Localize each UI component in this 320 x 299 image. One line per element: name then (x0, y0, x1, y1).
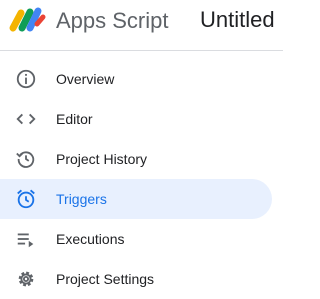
sidebar-item-label: Triggers (56, 191, 107, 207)
sidebar-item-project-history[interactable]: Project History (0, 139, 272, 179)
gear-icon (15, 268, 37, 290)
app-header: Apps Script Untitled (0, 0, 283, 43)
apps-script-logo-icon[interactable] (7, 5, 47, 33)
sidebar-item-label: Overview (56, 71, 115, 87)
history-icon (15, 148, 37, 170)
alarm-clock-icon (15, 188, 37, 210)
sidebar-item-label: Project History (56, 151, 148, 167)
sidebar-item-label: Editor (56, 111, 93, 127)
sidebar-item-label: Project Settings (56, 271, 155, 287)
sidebar-item-overview[interactable]: Overview (0, 59, 272, 99)
header-divider (0, 50, 283, 51)
sidebar-item-project-settings[interactable]: Project Settings (0, 259, 272, 299)
playlist-play-icon (15, 228, 37, 250)
sidebar-item-label: Executions (56, 231, 125, 247)
sidebar-item-editor[interactable]: Editor (0, 99, 272, 139)
sidebar-item-executions[interactable]: Executions (0, 219, 272, 259)
info-icon (15, 68, 37, 90)
sidebar-item-triggers[interactable]: Triggers (0, 179, 272, 219)
project-title[interactable]: Untitled (200, 7, 275, 33)
code-icon (15, 108, 37, 130)
sidebar-nav: Overview Editor Project History Triggers… (0, 59, 283, 299)
app-name: Apps Script (56, 8, 169, 33)
